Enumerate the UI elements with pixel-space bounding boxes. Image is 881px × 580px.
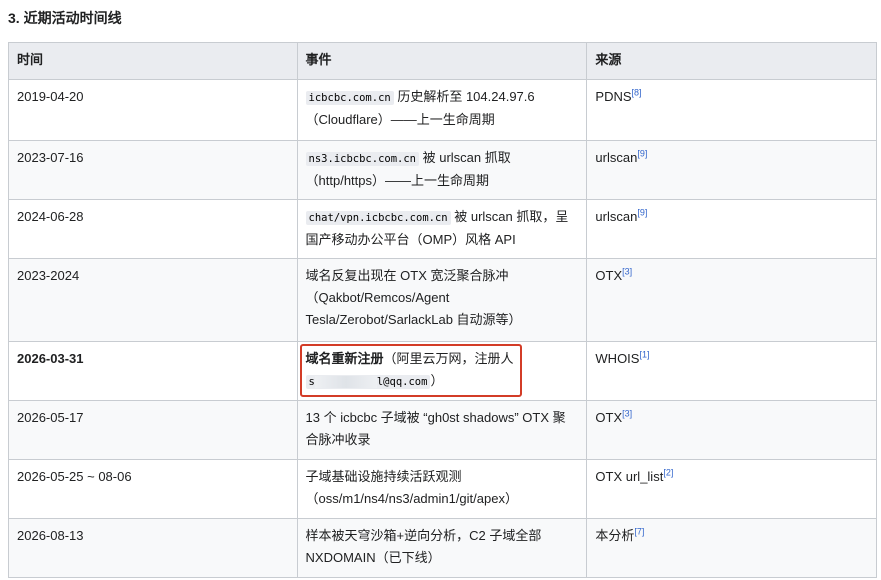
reference-link[interactable]: [2] <box>663 468 673 478</box>
event-text: 13 个 icbcbc 子域被 “gh0st shadows” OTX 聚合脉冲… <box>305 410 566 447</box>
table-header-row: 时间 事件 来源 <box>8 42 877 80</box>
time-cell: 2026-03-31 <box>8 341 298 401</box>
reference-link[interactable]: [3] <box>622 409 632 419</box>
event-cell: 域名反复出现在 OTX 宽泛聚合脉冲（Qakbot/Remcos/Agent T… <box>296 258 588 342</box>
event-cell: 子域基础设施持续活跃观测（oss/m1/ns4/ns3/admin1/git/a… <box>296 459 588 519</box>
table-row: 2026-08-13 样本被天穹沙箱+逆向分析，C2 子域全部 NXDOMAIN… <box>8 518 877 578</box>
event-bold-text: 域名重新注册 <box>305 351 384 366</box>
reference-link[interactable]: [7] <box>634 527 644 537</box>
domain-code: chat/vpn.icbcbc.com.cn <box>305 211 451 225</box>
time-cell: 2019-04-20 <box>8 79 298 141</box>
registrant-email-code: s l@qq.com <box>305 375 431 389</box>
event-cell: chat/vpn.icbcbc.com.cn 被 urlscan 抓取，呈国产移… <box>296 199 588 259</box>
source-text: OTX <box>595 410 623 425</box>
event-text: 子域基础设施持续活跃观测（oss/m1/ns4/ns3/admin1/git/a… <box>305 469 518 506</box>
time-cell: 2023-2024 <box>8 258 298 342</box>
source-text: urlscan <box>595 150 638 165</box>
source-text: OTX <box>595 268 623 283</box>
column-header-time: 时间 <box>8 42 298 80</box>
column-header-event: 事件 <box>296 42 588 80</box>
email-suffix: l@qq.com <box>376 376 428 388</box>
event-text: （阿里云万网，注册人 <box>383 351 514 366</box>
table-row: 2019-04-20 icbcbc.com.cn 历史解析至 104.24.97… <box>8 79 877 141</box>
event-text: 样本被天穹沙箱+逆向分析，C2 子域全部 NXDOMAIN（已下线） <box>305 528 542 565</box>
domain-code: icbcbc.com.cn <box>305 91 394 105</box>
event-cell: 域名重新注册（阿里云万网，注册人 s l@qq.com） <box>296 341 588 401</box>
reference-link[interactable]: [1] <box>639 350 649 360</box>
table-row: 2023-2024 域名反复出现在 OTX 宽泛聚合脉冲（Qakbot/Remc… <box>8 258 877 342</box>
timeline-table: 时间 事件 来源 2019-04-20 icbcbc.com.cn 历史解析至 … <box>8 42 877 578</box>
source-text: WHOIS <box>595 351 640 366</box>
time-cell: 2024-06-28 <box>8 199 298 259</box>
event-cell: icbcbc.com.cn 历史解析至 104.24.97.6（Cloudfla… <box>296 79 588 141</box>
redaction-mask <box>314 376 377 388</box>
highlight-box: 域名重新注册（阿里云万网，注册人 s l@qq.com） <box>299 344 522 397</box>
table-row: 2024-06-28 chat/vpn.icbcbc.com.cn 被 urls… <box>8 199 877 259</box>
reference-link[interactable]: [9] <box>637 149 647 159</box>
time-cell: 2026-05-17 <box>8 400 298 460</box>
event-cell: ns3.icbcbc.com.cn 被 urlscan 抓取（http/http… <box>296 140 588 200</box>
source-cell: 本分析[7] <box>586 518 877 578</box>
table-row: 2026-05-17 13 个 icbcbc 子域被 “gh0st shadow… <box>8 400 877 460</box>
source-text: OTX url_list <box>595 469 664 484</box>
event-text: 域名反复出现在 OTX 宽泛聚合脉冲（Qakbot/Remcos/Agent T… <box>305 268 522 327</box>
event-cell: 13 个 icbcbc 子域被 “gh0st shadows” OTX 聚合脉冲… <box>296 400 588 460</box>
domain-code: ns3.icbcbc.com.cn <box>305 152 419 166</box>
source-cell: WHOIS[1] <box>586 341 877 401</box>
source-cell: OTX url_list[2] <box>586 459 877 519</box>
reference-link[interactable]: [9] <box>637 208 647 218</box>
source-cell: urlscan[9] <box>586 140 877 200</box>
event-cell: 样本被天穹沙箱+逆向分析，C2 子域全部 NXDOMAIN（已下线） <box>296 518 588 578</box>
time-cell: 2023-07-16 <box>8 140 298 200</box>
source-text: PDNS <box>595 89 632 104</box>
source-cell: PDNS[8] <box>586 79 877 141</box>
table-row: 2026-05-25 ~ 08-06 子域基础设施持续活跃观测（oss/m1/n… <box>8 459 877 519</box>
reference-link[interactable]: [8] <box>632 88 642 98</box>
table-row: 2026-03-31 域名重新注册（阿里云万网，注册人 s l@qq.com） WH… <box>8 341 877 401</box>
source-text: urlscan <box>595 209 638 224</box>
source-cell: OTX[3] <box>586 258 877 342</box>
table-row: 2023-07-16 ns3.icbcbc.com.cn 被 urlscan 抓… <box>8 140 877 200</box>
source-cell: OTX[3] <box>586 400 877 460</box>
section-heading: 3. 近期活动时间线 <box>8 10 122 26</box>
reference-link[interactable]: [3] <box>622 267 632 277</box>
column-header-source: 来源 <box>586 42 877 80</box>
source-text: 本分析 <box>595 528 635 543</box>
event-tail: ） <box>430 373 444 388</box>
source-cell: urlscan[9] <box>586 199 877 259</box>
time-cell: 2026-05-25 ~ 08-06 <box>8 459 298 519</box>
time-cell: 2026-08-13 <box>8 518 298 578</box>
